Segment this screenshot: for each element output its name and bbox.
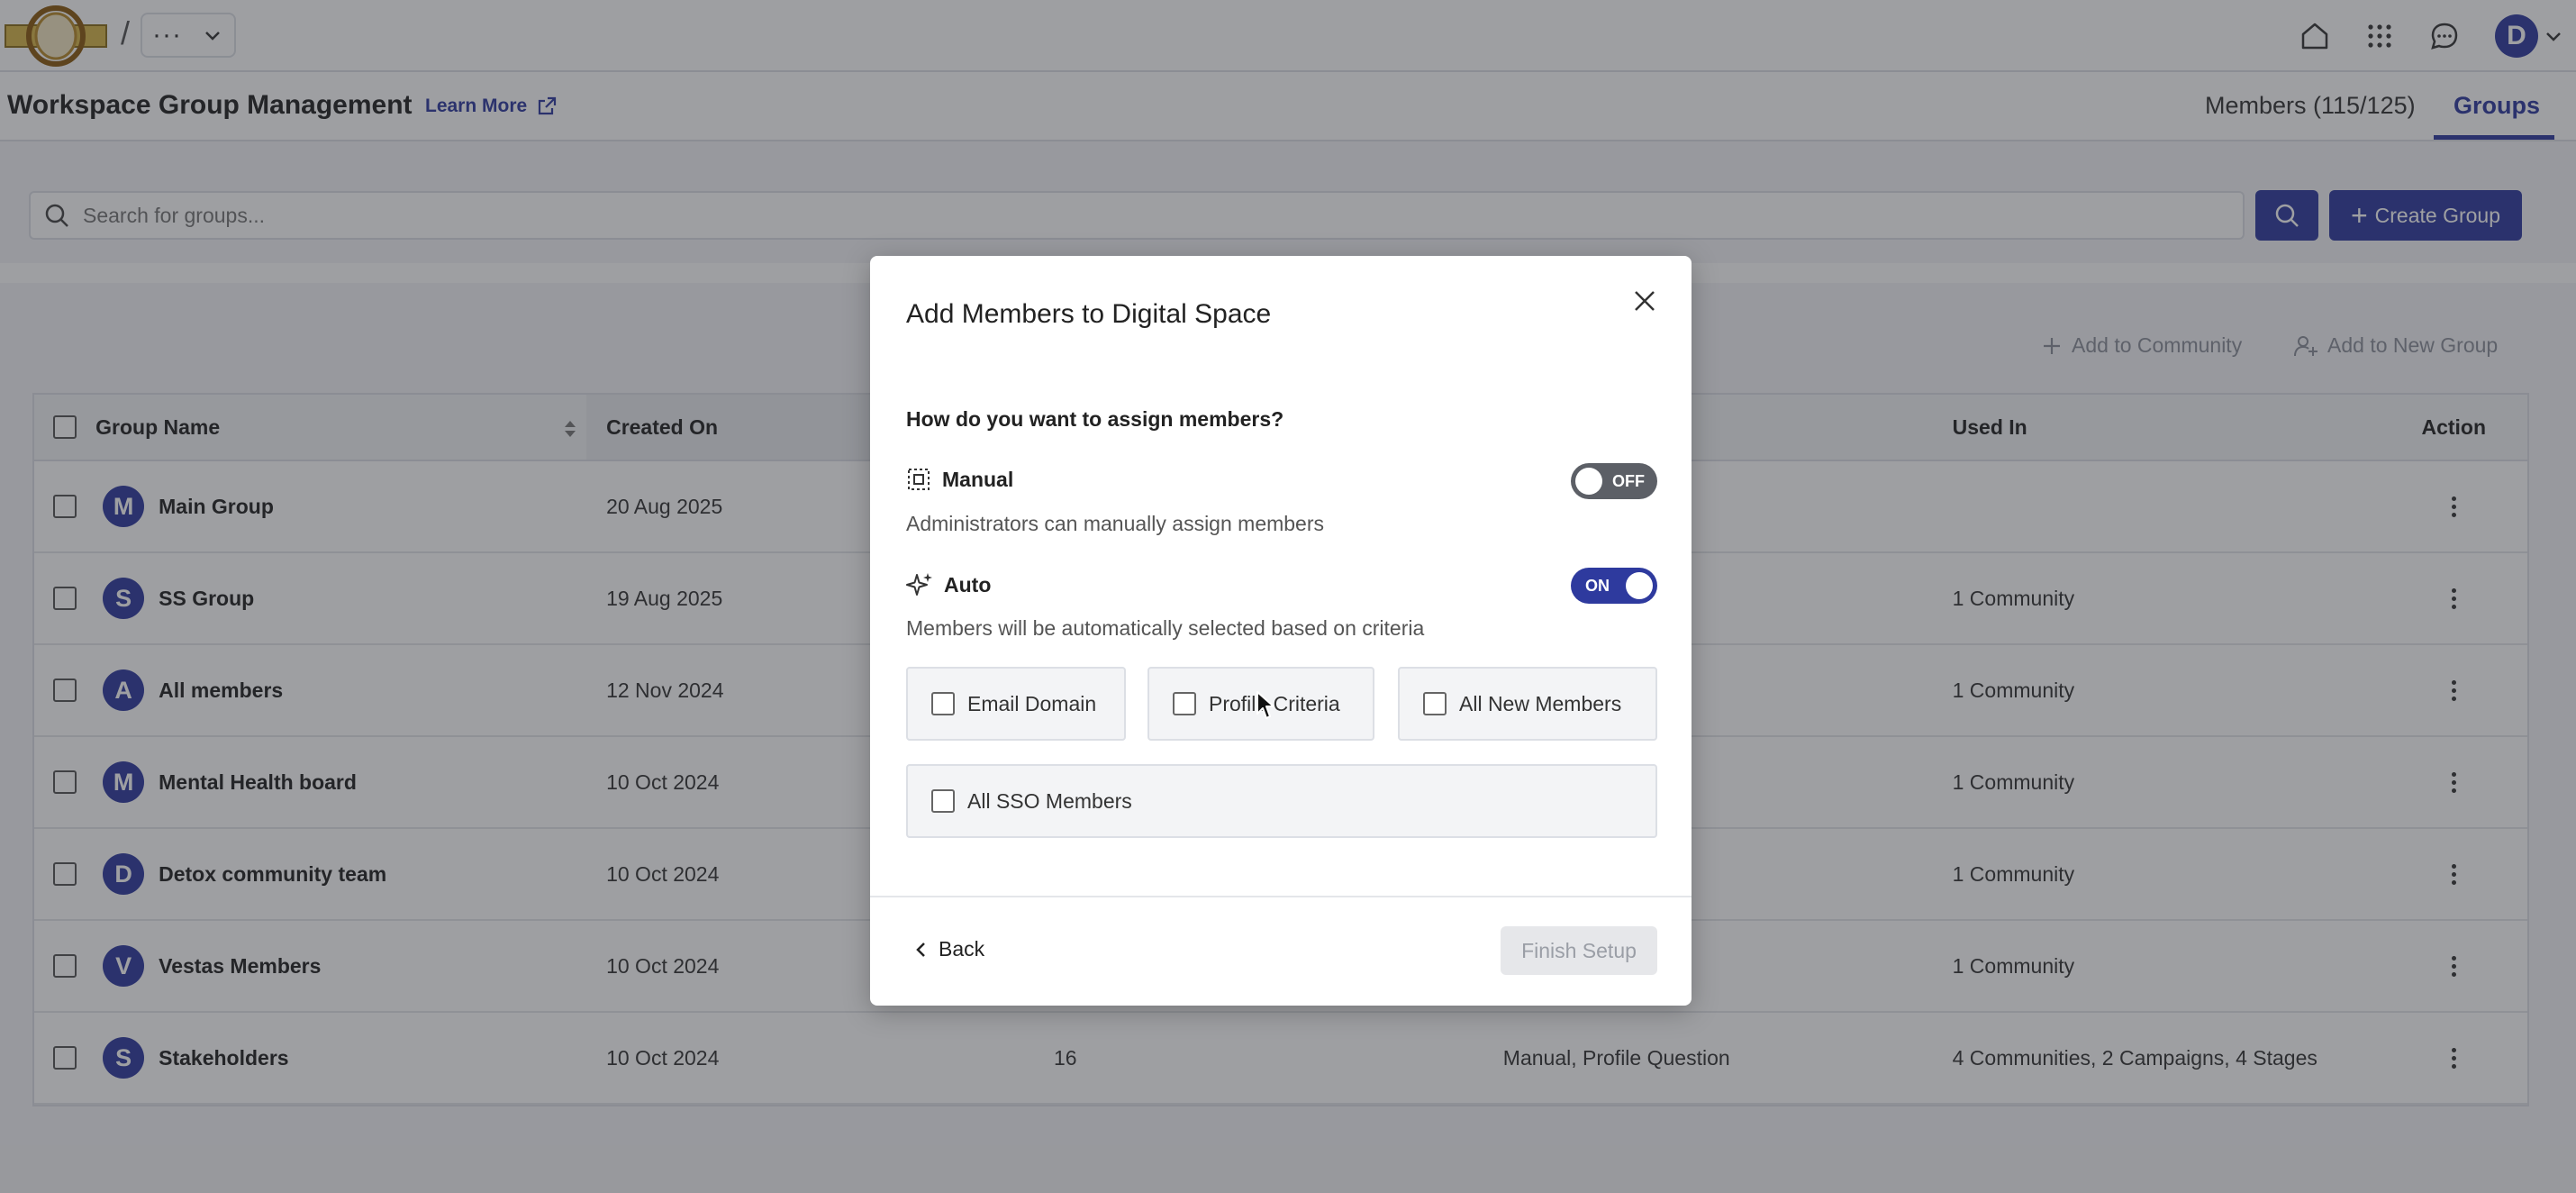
auto-label: Auto: [944, 572, 992, 596]
auto-toggle[interactable]: ON: [1571, 568, 1657, 604]
all-new-members-checkbox[interactable]: [1423, 692, 1447, 715]
toggle-knob: [1575, 468, 1602, 495]
add-members-dialog: Add Members to Digital Space How do you …: [870, 256, 1692, 1006]
criteria-label: Email Domain: [967, 691, 1097, 715]
criteria-all-sso-members[interactable]: All SSO Members: [906, 764, 1657, 838]
criteria-label: All New Members: [1459, 691, 1622, 715]
dialog-divider: [870, 896, 1692, 897]
profile-criteria-checkbox[interactable]: [1173, 692, 1196, 715]
manual-description: Administrators can manually assign membe…: [906, 512, 1325, 535]
manual-option: Manual: [906, 467, 1013, 492]
chevron-left-icon: [916, 942, 925, 957]
manual-toggle[interactable]: OFF: [1571, 463, 1657, 499]
auto-option: Auto: [906, 571, 991, 598]
toggle-state-label: OFF: [1612, 471, 1645, 490]
back-label: Back: [939, 937, 985, 961]
email-domain-checkbox[interactable]: [931, 692, 955, 715]
auto-description: Members will be automatically selected b…: [906, 616, 1425, 640]
close-button[interactable]: [1627, 283, 1663, 319]
manual-select-icon: [908, 469, 930, 490]
finish-setup-button[interactable]: Finish Setup: [1501, 926, 1657, 975]
dialog-title: Add Members to Digital Space: [906, 299, 1272, 329]
back-button[interactable]: Back: [915, 937, 984, 961]
toggle-state-label: ON: [1585, 576, 1610, 595]
all-sso-members-checkbox[interactable]: [931, 789, 955, 813]
sparkle-icon: [906, 573, 932, 596]
close-icon: [1635, 291, 1655, 311]
toggle-knob: [1626, 572, 1653, 599]
criteria-email-domain[interactable]: Email Domain: [906, 667, 1126, 741]
manual-label: Manual: [942, 467, 1014, 491]
criteria-all-new-members[interactable]: All New Members: [1398, 667, 1657, 741]
assign-question: How do you want to assign members?: [906, 407, 1284, 431]
mouse-cursor-icon: [1256, 691, 1274, 719]
criteria-label: All SSO Members: [967, 788, 1132, 813]
